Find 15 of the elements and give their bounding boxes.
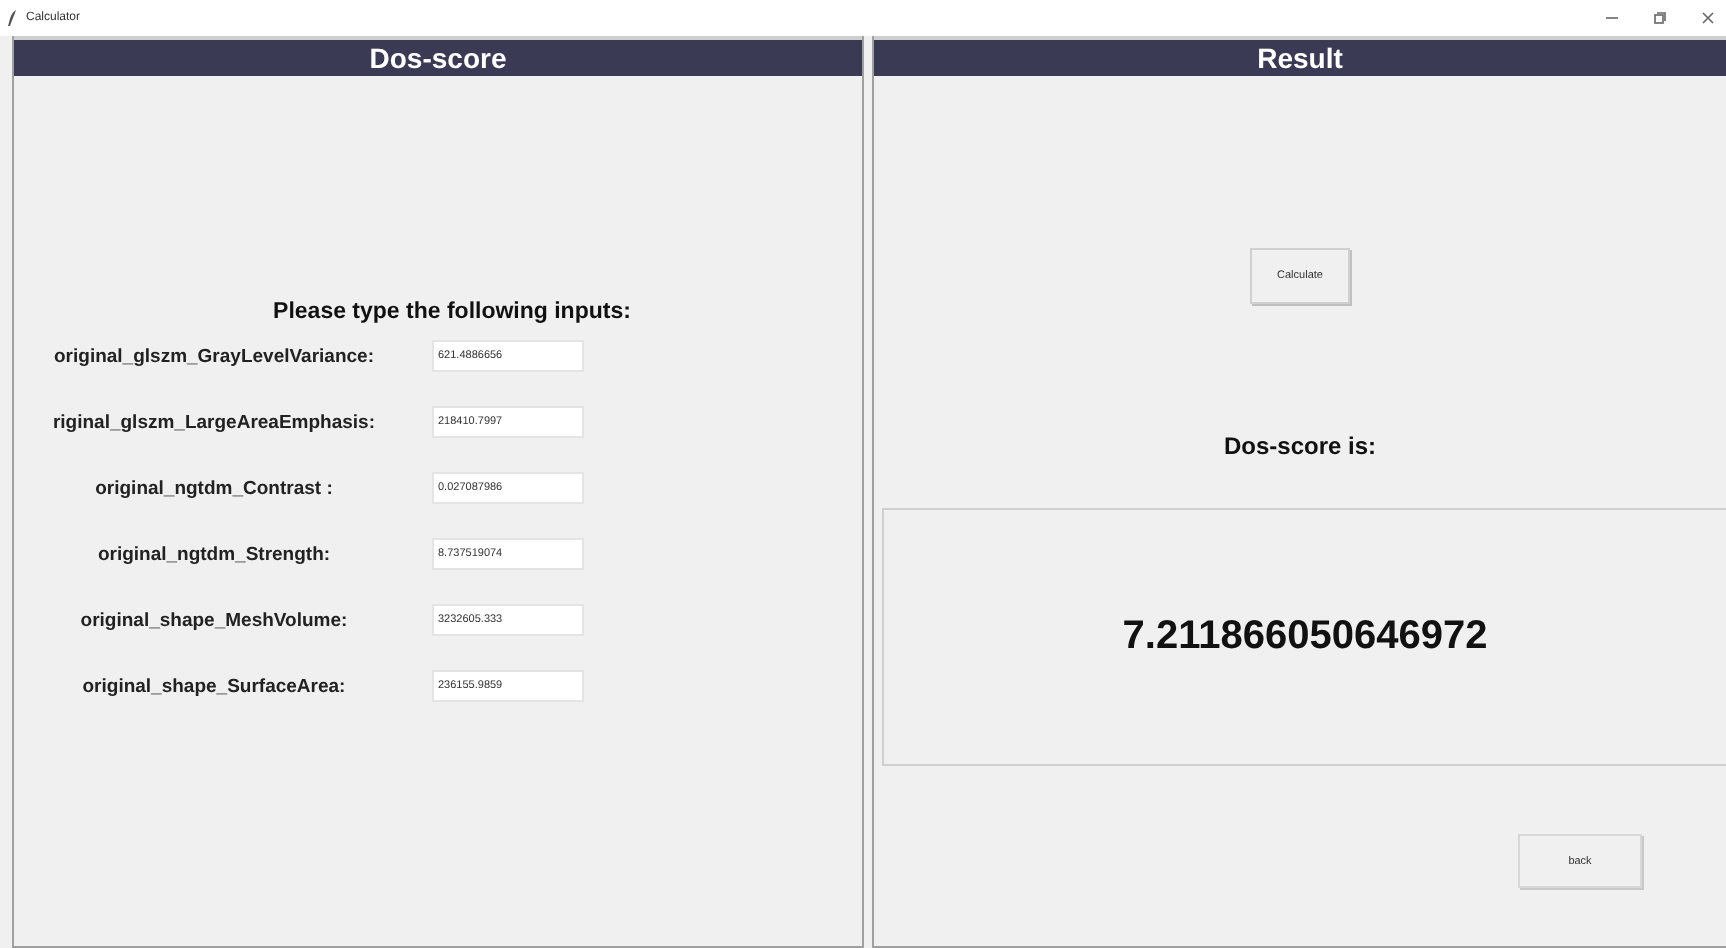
field-label: original_ngtdm_Strength:: [95, 543, 333, 565]
restore-icon[interactable]: [1654, 12, 1666, 24]
feather-icon: [8, 10, 18, 26]
panel-header: Dos-score: [14, 36, 862, 76]
instruction-text: Please type the following inputs:: [271, 300, 633, 324]
field-label: original_shape_SurfaceArea:: [80, 675, 348, 697]
field-label: original_ngtdm_Contrast :: [93, 477, 335, 499]
panel-header: Result: [874, 36, 1726, 76]
close-icon[interactable]: [1702, 12, 1714, 24]
field-label: original_shape_MeshVolume:: [78, 609, 350, 631]
minimize-icon[interactable]: [1606, 12, 1618, 24]
result-value: 7.211866050646972: [1122, 614, 1488, 660]
field-label: original_glszm_GrayLevelVariance:: [52, 345, 376, 367]
field-label: riginal_glszm_LargeAreaEmphasis:: [50, 411, 378, 433]
result-label: Dos-score is:: [1221, 432, 1379, 460]
